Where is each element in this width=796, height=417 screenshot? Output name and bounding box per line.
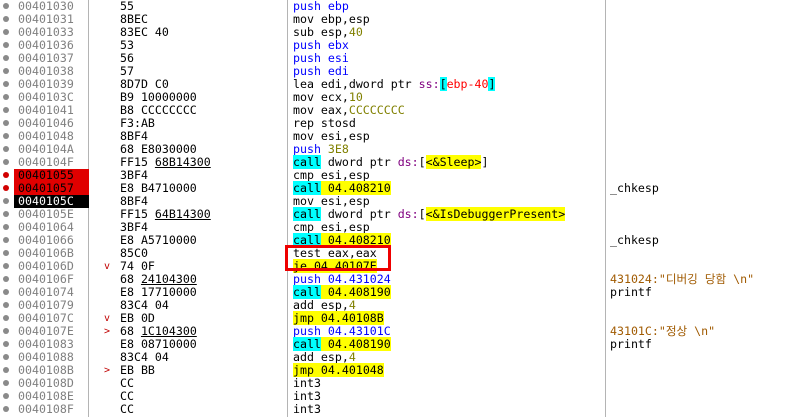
opcode-bytes-cell[interactable]: CC — [120, 403, 134, 416]
line-marker-icon[interactable] — [3, 393, 9, 399]
line-marker-icon[interactable] — [3, 380, 9, 386]
line-marker-icon[interactable] — [3, 263, 9, 269]
breakpoint-icon[interactable] — [3, 172, 9, 178]
line-marker-icon[interactable] — [3, 198, 9, 204]
comment-cell[interactable]: _chkesp — [610, 182, 659, 195]
line-marker-icon[interactable] — [3, 159, 9, 165]
line-marker-icon[interactable] — [3, 146, 9, 152]
line-marker-icon[interactable] — [3, 237, 9, 243]
line-marker-icon[interactable] — [3, 354, 9, 360]
annotation-highlight-box — [285, 245, 391, 271]
line-marker-icon[interactable] — [3, 341, 9, 347]
line-marker-icon[interactable] — [3, 16, 9, 22]
line-marker-icon[interactable] — [3, 315, 9, 321]
comment-cell[interactable]: _chkesp — [610, 234, 659, 247]
jump-arrow-icon: > — [104, 326, 111, 337]
line-marker-icon[interactable] — [3, 211, 9, 217]
breakpoint-icon[interactable] — [3, 185, 9, 191]
line-marker-icon[interactable] — [3, 276, 9, 282]
jump-arrow-icon: v — [104, 261, 111, 272]
line-marker-icon[interactable] — [3, 328, 9, 334]
disassembly-view[interactable]: 00401030 55 push ebp 00401031 8BEC mov ebp,es… — [0, 0, 796, 417]
line-marker-icon[interactable] — [3, 55, 9, 61]
comment-cell[interactable]: printf — [610, 338, 652, 351]
line-marker-icon[interactable] — [3, 94, 9, 100]
comment-cell[interactable]: printf — [610, 286, 652, 299]
line-marker-icon[interactable] — [3, 120, 9, 126]
line-marker-icon[interactable] — [3, 406, 9, 412]
line-marker-icon[interactable] — [3, 250, 9, 256]
line-marker-icon[interactable] — [3, 81, 9, 87]
line-marker-icon[interactable] — [3, 42, 9, 48]
line-marker-icon[interactable] — [3, 133, 9, 139]
instruction-cell[interactable]: int3 — [293, 403, 321, 416]
line-marker-icon[interactable] — [3, 107, 9, 113]
line-marker-icon[interactable] — [3, 224, 9, 230]
line-marker-icon[interactable] — [3, 289, 9, 295]
jump-arrow-icon: v — [104, 313, 111, 324]
line-marker-icon[interactable] — [3, 3, 9, 9]
disasm-row[interactable]: 0040108F CC int3 — [0, 403, 796, 416]
line-marker-icon[interactable] — [3, 302, 9, 308]
line-marker-icon[interactable] — [3, 367, 9, 373]
line-marker-icon[interactable] — [3, 29, 9, 35]
line-marker-icon[interactable] — [3, 68, 9, 74]
address-cell[interactable]: 0040108F — [14, 403, 89, 416]
jump-arrow-icon: > — [104, 365, 111, 376]
